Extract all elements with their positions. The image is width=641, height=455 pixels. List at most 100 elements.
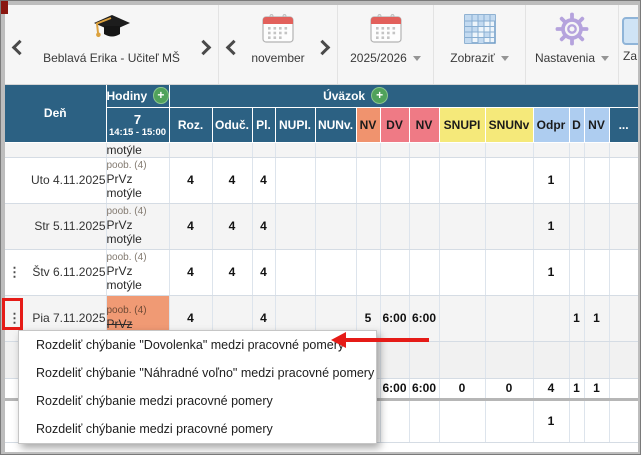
value-cell[interactable] bbox=[485, 295, 533, 341]
value-cell[interactable] bbox=[569, 249, 584, 295]
window-corner-artifact bbox=[1, 1, 8, 14]
day-cell[interactable]: Str 5.11.2025 bbox=[5, 203, 106, 249]
toolbar-item-settings[interactable]: Nastavenia bbox=[526, 5, 619, 84]
value-cell[interactable] bbox=[315, 249, 356, 295]
value-cell[interactable]: 4 bbox=[169, 157, 212, 203]
lesson-cell[interactable]: poob. (4)PrVzmotýle bbox=[106, 249, 169, 295]
value-cell[interactable] bbox=[356, 249, 380, 295]
value-cell[interactable] bbox=[439, 157, 485, 203]
value-cell[interactable] bbox=[439, 203, 485, 249]
day-column-header: Deň bbox=[5, 85, 106, 142]
toolbar-item-month[interactable]: november bbox=[219, 5, 338, 84]
toolbar-item-view[interactable]: Zobraziť bbox=[434, 5, 526, 84]
value-cell[interactable]: 1 bbox=[533, 203, 569, 249]
value-cell bbox=[569, 399, 584, 442]
value-cell[interactable] bbox=[275, 203, 315, 249]
value-cell[interactable]: 4 bbox=[252, 157, 275, 203]
lesson-line: poob. (4) bbox=[107, 252, 169, 264]
value-cell[interactable] bbox=[356, 157, 380, 203]
value-cell[interactable] bbox=[584, 157, 609, 203]
value-cell bbox=[212, 142, 252, 157]
value-cell[interactable] bbox=[584, 249, 609, 295]
value-cell[interactable] bbox=[485, 203, 533, 249]
value-cell[interactable] bbox=[315, 203, 356, 249]
value-cell[interactable]: 1 bbox=[584, 295, 609, 341]
value-cell[interactable] bbox=[409, 203, 439, 249]
add-hours-button[interactable]: + bbox=[153, 87, 168, 104]
table-row: ⋮Štv 6.11.2025poob. (4)PrVzmotýle4441 bbox=[5, 249, 638, 295]
menu-item-split-generic-1[interactable]: Rozdeliť chýbanie medzi pracovné pomery bbox=[19, 387, 376, 415]
value-cell[interactable]: 4 bbox=[252, 249, 275, 295]
col-header: SNUNv bbox=[485, 107, 533, 142]
value-cell bbox=[409, 142, 439, 157]
value-cell[interactable]: 1 bbox=[569, 295, 584, 341]
value-cell[interactable] bbox=[569, 203, 584, 249]
next-month-icon[interactable] bbox=[315, 40, 331, 56]
value-cell[interactable]: 4 bbox=[212, 249, 252, 295]
value-cell[interactable] bbox=[439, 249, 485, 295]
value-cell[interactable]: 4 bbox=[169, 249, 212, 295]
value-cell[interactable] bbox=[609, 203, 638, 249]
col-header-more[interactable]: ... bbox=[609, 107, 638, 142]
prev-teacher-icon[interactable] bbox=[12, 40, 28, 56]
gear-icon bbox=[554, 7, 590, 51]
add-workload-button[interactable]: + bbox=[371, 87, 388, 104]
lesson-line: poob. (4) bbox=[107, 206, 169, 218]
lesson-cell[interactable]: poob. (4)PrVzmotýle bbox=[106, 203, 169, 249]
value-cell[interactable] bbox=[584, 203, 609, 249]
value-cell[interactable] bbox=[439, 295, 485, 341]
menu-item-split-nahradne-volno[interactable]: Rozdeliť chýbanie "Náhradné voľno" medzi… bbox=[19, 359, 376, 387]
toolbar-item-clipped[interactable]: Za bbox=[619, 5, 638, 84]
value-cell[interactable] bbox=[609, 157, 638, 203]
value-cell[interactable] bbox=[356, 203, 380, 249]
col-header: D bbox=[569, 107, 584, 142]
value-cell[interactable] bbox=[315, 157, 356, 203]
value-cell[interactable] bbox=[275, 249, 315, 295]
menu-item-split-dovolenka[interactable]: Rozdeliť chýbanie "Dovolenka" medzi prac… bbox=[19, 331, 376, 359]
value-cell[interactable]: 1 bbox=[533, 157, 569, 203]
value-cell bbox=[380, 399, 409, 442]
lesson-line: motýle bbox=[107, 278, 169, 292]
value-cell[interactable] bbox=[609, 295, 638, 341]
day-cell[interactable]: Uto 4.11.2025 bbox=[5, 157, 106, 203]
col-header: NUNv. bbox=[315, 107, 356, 142]
value-cell[interactable]: 4 bbox=[212, 157, 252, 203]
value-cell[interactable] bbox=[609, 249, 638, 295]
toolbar-item-schoolyear[interactable]: 2025/2026 bbox=[338, 5, 434, 84]
value-cell: 4 bbox=[533, 378, 569, 399]
toolbar-item-teacher[interactable]: Beblavá Erika - Učiteľ MŠ bbox=[5, 5, 219, 84]
row-menu-icon[interactable]: ⋮ bbox=[8, 266, 21, 279]
value-cell[interactable]: 1 bbox=[533, 249, 569, 295]
value-cell bbox=[609, 399, 638, 442]
value-cell[interactable] bbox=[569, 157, 584, 203]
prev-month-icon[interactable] bbox=[226, 40, 242, 56]
calendar-icon bbox=[369, 7, 403, 51]
value-cell[interactable] bbox=[380, 203, 409, 249]
value-cell bbox=[533, 341, 569, 378]
next-teacher-icon[interactable] bbox=[196, 40, 212, 56]
value-cell[interactable] bbox=[275, 157, 315, 203]
col-header: Pl. bbox=[252, 107, 275, 142]
value-cell[interactable] bbox=[380, 157, 409, 203]
value-cell[interactable] bbox=[409, 157, 439, 203]
value-cell[interactable] bbox=[485, 157, 533, 203]
col-header: NUPI. bbox=[275, 107, 315, 142]
col-header: Oduč. bbox=[212, 107, 252, 142]
value-cell[interactable]: 4 bbox=[252, 203, 275, 249]
col-header: DV bbox=[380, 107, 409, 142]
day-cell[interactable]: ⋮Štv 6.11.2025 bbox=[5, 249, 106, 295]
col-header: Odpr bbox=[533, 107, 569, 142]
value-cell[interactable] bbox=[380, 249, 409, 295]
value-cell[interactable] bbox=[485, 249, 533, 295]
menu-item-split-generic-2[interactable]: Rozdeliť chýbanie medzi pracovné pomery bbox=[19, 415, 376, 443]
calendar-icon bbox=[261, 7, 295, 51]
value-cell[interactable] bbox=[409, 249, 439, 295]
value-cell[interactable] bbox=[533, 295, 569, 341]
table-row: Uto 4.11.2025poob. (4)PrVzmotýle4441 bbox=[5, 157, 638, 203]
value-cell[interactable]: 4 bbox=[169, 203, 212, 249]
value-cell bbox=[439, 341, 485, 378]
value-cell bbox=[609, 378, 638, 399]
value-cell[interactable]: 4 bbox=[212, 203, 252, 249]
value-cell: 1 bbox=[584, 378, 609, 399]
lesson-cell[interactable]: poob. (4)PrVzmotýle bbox=[106, 157, 169, 203]
